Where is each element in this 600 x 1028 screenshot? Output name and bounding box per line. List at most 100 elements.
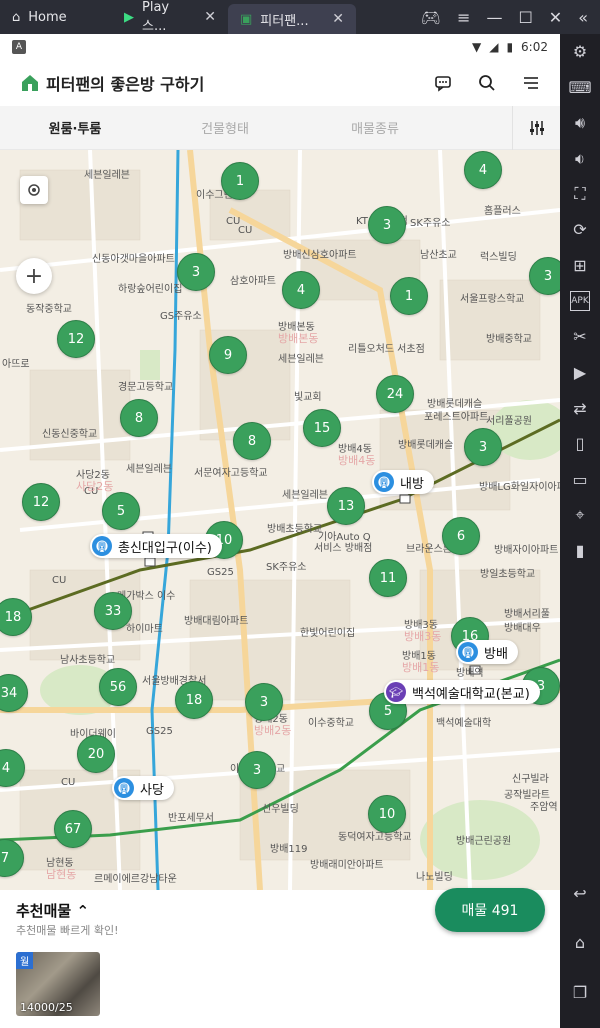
tab-peterpan[interactable]: ▣ 피터팬... ✕: [228, 4, 356, 34]
sliders-icon: [529, 121, 544, 135]
location-icon[interactable]: ⌖: [560, 497, 600, 533]
map-place-label: GS주유소: [160, 311, 202, 322]
home-nav-icon[interactable]: ⌂: [560, 925, 600, 961]
listing-cluster[interactable]: 56: [99, 668, 137, 706]
map-place-label: 세븐일레븐: [282, 490, 328, 501]
listing-cluster[interactable]: 18: [175, 681, 213, 719]
listing-cluster[interactable]: 4: [282, 271, 320, 309]
station-sadang[interactable]: 🚇︎ 사당: [112, 776, 174, 800]
listing-cluster[interactable]: 20: [77, 735, 115, 773]
listing-card[interactable]: 월 14000/25: [16, 952, 100, 1016]
map-place-label: SK주유소: [266, 562, 307, 573]
listing-cluster[interactable]: 4: [464, 151, 502, 189]
keyboard-icon[interactable]: ⌨: [560, 70, 600, 106]
add-screen-icon[interactable]: ⊞: [560, 248, 600, 284]
search-icon[interactable]: [478, 74, 496, 92]
map-place-label: 빛교회: [294, 392, 322, 403]
tab-home[interactable]: ⌂ Home: [0, 0, 112, 34]
status-time: 6:02: [521, 40, 548, 54]
volume-up-icon[interactable]: 🔊︎: [560, 105, 600, 141]
rotate-icon[interactable]: ⟳: [560, 212, 600, 248]
listing-cluster[interactable]: 3: [245, 683, 283, 721]
close-window-icon[interactable]: ✕: [549, 8, 562, 27]
status-right: ▼ ◢ ▮ 6:02: [472, 40, 548, 54]
listing-cluster[interactable]: 13: [327, 487, 365, 525]
tab-play-store[interactable]: ▶ Play 스... ✕: [112, 0, 228, 34]
map-view[interactable]: 세븐일레븐이수그린빌CUCUKT 방배지점SK주유소홈플러스남산초교신동아갯마을…: [0, 150, 560, 890]
folder-icon[interactable]: ▭: [560, 462, 600, 498]
listing-cluster[interactable]: 11: [369, 559, 407, 597]
my-location-button[interactable]: [20, 176, 48, 204]
map-place-label: 세븐일레븐: [84, 170, 130, 181]
collapse-sidebar-icon[interactable]: «: [578, 8, 588, 27]
listing-cluster[interactable]: 1: [390, 277, 428, 315]
listing-cluster[interactable]: 3: [529, 257, 560, 295]
listing-cluster[interactable]: 3: [464, 428, 502, 466]
map-place-label: 방배서리풀: [504, 609, 550, 620]
menu-icon[interactable]: ≡: [457, 8, 470, 27]
listing-cluster[interactable]: 67: [54, 810, 92, 848]
minimize-icon[interactable]: —: [486, 8, 502, 27]
listing-cluster[interactable]: 3: [368, 206, 406, 244]
record-icon[interactable]: ▶: [560, 355, 600, 391]
scissors-icon[interactable]: ✂: [560, 319, 600, 355]
listing-cluster[interactable]: 12: [57, 320, 95, 358]
listing-cluster[interactable]: 3: [238, 751, 276, 789]
back-icon[interactable]: ↩: [560, 875, 600, 911]
shake-icon[interactable]: ▯: [560, 426, 600, 462]
listing-cluster[interactable]: 33: [94, 592, 132, 630]
tab-home-label: Home: [28, 9, 67, 25]
station-label: 내방: [400, 476, 424, 492]
listing-cluster[interactable]: 5: [102, 492, 140, 530]
tab-play-store-label: Play 스...: [142, 0, 170, 34]
phone-vibrate-icon[interactable]: ▮: [560, 533, 600, 569]
listing-cluster[interactable]: 8: [233, 422, 271, 460]
station-naebang[interactable]: 🚇︎ 내방: [372, 470, 434, 494]
listing-cluster[interactable]: 8: [120, 399, 158, 437]
maximize-icon[interactable]: ☐: [518, 8, 532, 27]
listing-cluster[interactable]: 1: [221, 162, 259, 200]
poi-baekseok-univ[interactable]: 🎓︎ 백석예술대학교(본교): [384, 680, 540, 704]
chat-icon[interactable]: [434, 74, 452, 92]
map-place-label: 신구빌라: [512, 774, 549, 785]
recommended-title[interactable]: 추천매물 ⌃: [16, 900, 89, 921]
station-bangbae[interactable]: 🚇︎ 방배: [456, 640, 518, 664]
listing-cluster[interactable]: 15: [303, 409, 341, 447]
map-place-label: 럭스빌딩: [480, 252, 517, 263]
map-place-label: 남사초등학교: [60, 655, 116, 666]
apk-icon[interactable]: APK: [570, 291, 590, 312]
poi-label: 백석예술대학교(본교): [412, 686, 530, 702]
map-place-label: 하랑숲어린이집: [118, 284, 183, 295]
hamburger-menu-icon[interactable]: [522, 74, 540, 92]
close-icon[interactable]: ✕: [204, 9, 216, 25]
listing-cluster[interactable]: 3: [177, 253, 215, 291]
map-place-label: 선우빌딩: [262, 804, 299, 815]
filter-listing-type[interactable]: 매물종류: [300, 118, 450, 137]
close-icon[interactable]: ✕: [332, 11, 344, 27]
listing-cluster[interactable]: 9: [209, 336, 247, 374]
fullscreen-icon[interactable]: ⛶: [560, 176, 600, 212]
recommended-subtitle: 추천매물 빠르게 확인!: [16, 924, 119, 937]
filter-settings-button[interactable]: [512, 106, 560, 150]
station-chongshin[interactable]: 🚇︎ 총신대입구(이수): [90, 534, 222, 558]
settings-icon[interactable]: ⚙: [560, 34, 600, 70]
listing-cluster[interactable]: 24: [376, 375, 414, 413]
map-place-label: 신동신중학교: [42, 429, 98, 440]
zoom-in-button[interactable]: +: [16, 258, 52, 294]
map-place-label: 하이마트: [126, 624, 163, 635]
listing-count-button[interactable]: 매물 491: [435, 888, 545, 932]
listing-cluster[interactable]: 10: [368, 795, 406, 833]
listing-cluster[interactable]: 12: [22, 483, 60, 521]
filter-building-type[interactable]: 건물형태: [150, 118, 300, 137]
map-place-label: 방배래미안아파트: [310, 860, 384, 871]
emulator-root: ⌂ Home ▶ Play 스... ✕ ▣ 피터팬... ✕ 🎮︎ ≡ — ☐…: [0, 0, 600, 1028]
map-place-label: 방배119: [270, 844, 308, 855]
gamepad-icon[interactable]: 🎮︎: [421, 8, 441, 27]
station-label: 총신대입구(이수): [118, 540, 212, 556]
plus-icon: +: [24, 263, 44, 289]
filter-room-type[interactable]: 원룸·투룸: [0, 118, 150, 137]
volume-down-icon[interactable]: 🔉︎: [560, 141, 600, 177]
recents-icon[interactable]: ❐: [560, 974, 600, 1010]
listing-cluster[interactable]: 6: [442, 517, 480, 555]
sync-icon[interactable]: ⇄: [560, 390, 600, 426]
